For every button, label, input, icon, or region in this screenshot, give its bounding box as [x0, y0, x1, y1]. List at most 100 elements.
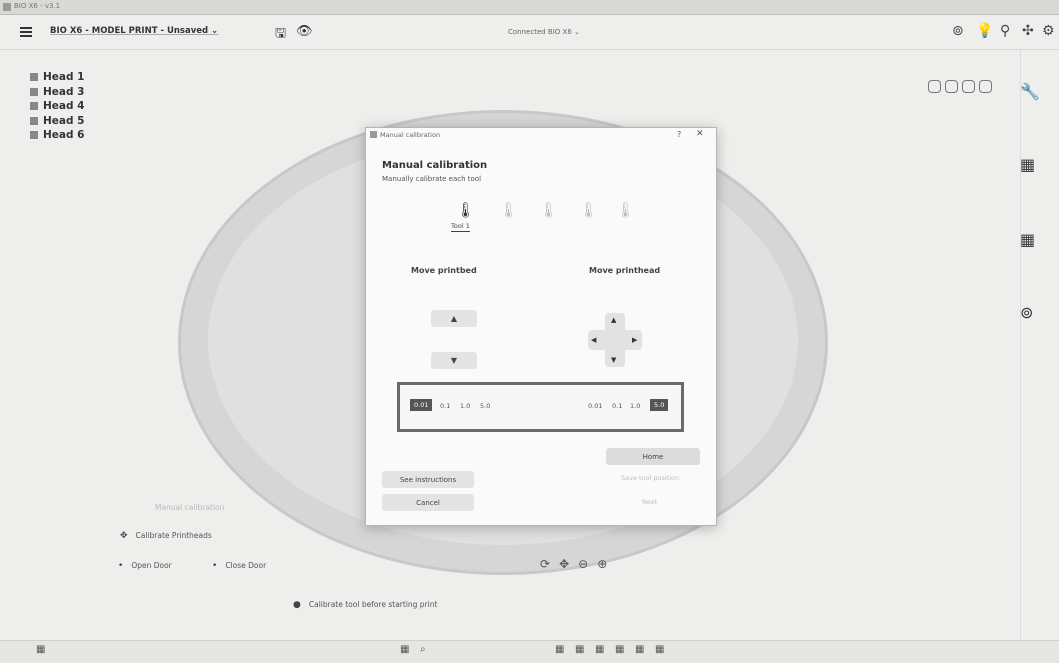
view-top-icon[interactable] — [979, 80, 992, 93]
tool-2-tab[interactable]: 🌡 — [499, 201, 518, 219]
door-icon: • — [118, 561, 124, 571]
home-button[interactable]: Home — [606, 448, 700, 465]
tool-1-tab[interactable]: 🌡 — [456, 201, 475, 219]
head-step-option[interactable]: 0.01 — [588, 402, 602, 410]
top-toolbar: BIO X6 - MODEL PRINT - Unsaved ⌄ 🖫 👁 Con… — [0, 15, 1059, 50]
window-title: BIO X6 - v3.1 — [14, 2, 61, 10]
app-logo-icon — [3, 3, 11, 11]
bed-step-option[interactable]: 1.0 — [460, 402, 470, 410]
taskbar-app-icon[interactable]: ▦ — [635, 644, 644, 655]
menu-icon[interactable] — [20, 27, 32, 37]
head-label: Head 1 — [43, 71, 85, 84]
search-icon[interactable]: ⌕ — [420, 644, 426, 655]
save-icon[interactable]: 🖫 — [275, 24, 286, 46]
print-icon[interactable]: ▦ — [1020, 230, 1035, 249]
tool-selector: 🌡 Tool 1 🌡 🌡 🌡 🌡 — [444, 201, 644, 241]
cancel-button[interactable]: Cancel — [382, 494, 474, 511]
taskbar-app-icon[interactable]: ▦ — [655, 644, 664, 655]
tool-5-tab[interactable]: 🌡 — [616, 201, 635, 219]
head-label: Head 5 — [43, 114, 85, 127]
connection-status-dropdown[interactable]: Connected BIO X6 ⌄ — [508, 28, 580, 36]
open-door-button[interactable]: • Open Door — [118, 561, 172, 571]
head-list: Head 1 Head 3 Head 4 Head 5 Head 6 — [30, 70, 84, 143]
head-step-option[interactable]: 5.0 — [650, 399, 669, 411]
zoom-in-icon[interactable]: ⊕ — [597, 557, 607, 571]
head-color-swatch — [30, 131, 38, 140]
viewport-toolbar: ⟳ ✥ ⊖ ⊕ — [540, 557, 607, 571]
move-printhead-label: Move printhead — [589, 266, 661, 275]
taskbar-app-icon[interactable]: ▦ — [575, 644, 584, 655]
head-item[interactable]: Head 4 — [30, 99, 84, 114]
camera-panel-icon[interactable]: ⊚ — [1020, 303, 1033, 322]
bed-step-option[interactable]: 0.1 — [440, 402, 450, 410]
tool-1-label: Tool 1 — [451, 222, 470, 232]
next-button[interactable]: Next — [642, 498, 657, 506]
head-step-option[interactable]: 0.1 — [612, 402, 622, 410]
head-color-swatch — [30, 73, 38, 82]
lightbulb-icon[interactable]: 💡 — [976, 23, 993, 39]
right-tool-panel — [1020, 50, 1059, 640]
close-icon[interactable]: ✕ — [696, 129, 704, 139]
bed-step-option[interactable]: 5.0 — [480, 402, 490, 410]
dialog-title: Manual calibration — [370, 131, 440, 139]
os-taskbar: ▦ ▦ ⌕ ▦ ▦ ▦ ▦ ▦ ▦ — [0, 640, 1059, 663]
printhead-dpad: ▲ ▼ ◀ ▶ — [588, 313, 642, 367]
printhead-right-button[interactable]: ▶ — [632, 336, 637, 344]
head-color-swatch — [30, 102, 38, 111]
step-size-selector: 0.01 0.1 1.0 5.0 0.01 0.1 1.0 5.0 — [397, 382, 684, 432]
view-front-icon[interactable] — [945, 80, 958, 93]
fan-icon[interactable]: ✣ — [1022, 23, 1034, 39]
calibrate-tool-notice: ● Calibrate tool before starting print — [293, 600, 438, 610]
head-item[interactable]: Head 1 — [30, 70, 84, 85]
printbed-up-button[interactable]: ▲ — [431, 310, 477, 327]
help-icon[interactable]: ? — [677, 130, 681, 139]
close-door-button[interactable]: • Close Door — [212, 561, 266, 571]
zoom-out-icon[interactable]: ⊖ — [578, 557, 588, 571]
head-color-swatch — [30, 116, 38, 125]
view-side-icon[interactable] — [962, 80, 975, 93]
gear-icon[interactable]: ⚙ — [1042, 23, 1055, 39]
bed-step-option[interactable]: 0.01 — [410, 399, 433, 411]
tool-4-tab[interactable]: 🌡 — [579, 201, 598, 219]
head-label: Head 6 — [43, 129, 85, 142]
head-step-option[interactable]: 1.0 — [630, 402, 640, 410]
taskbar-app-icon[interactable]: ▦ — [555, 644, 564, 655]
system-title-bar: BIO X6 - v3.1 — [0, 0, 1059, 15]
head-item[interactable]: Head 3 — [30, 85, 84, 100]
move-icon[interactable]: ✥ — [559, 557, 569, 571]
project-dropdown[interactable]: BIO X6 - MODEL PRINT - Unsaved ⌄ — [50, 26, 218, 36]
printbed-down-button[interactable]: ▼ — [431, 352, 477, 369]
calibrate-printheads-button[interactable]: ✥ Calibrate Printheads — [120, 531, 212, 541]
manual-calibration-dialog: Manual calibration ? ✕ Manual calibratio… — [365, 127, 717, 526]
head-item[interactable]: Head 6 — [30, 128, 84, 143]
rotate-icon[interactable]: ⟳ — [540, 557, 550, 571]
taskbar-view-icon[interactable]: ▦ — [36, 644, 45, 655]
door-icon: • — [212, 561, 218, 571]
camera-icon[interactable]: ⊚ — [952, 23, 964, 39]
printhead-up-button[interactable]: ▲ — [611, 316, 616, 324]
syringe-icon[interactable]: 🔧 — [1020, 82, 1040, 101]
head-label: Head 3 — [43, 85, 85, 98]
see-instructions-button[interactable]: See instructions — [382, 471, 474, 488]
save-tool-position-button[interactable]: Save tool position — [621, 474, 679, 482]
layers-icon[interactable]: ▦ — [1020, 155, 1035, 174]
head-color-swatch — [30, 87, 38, 96]
view-buttons — [928, 80, 992, 93]
taskbar-app-icon[interactable]: ▦ — [595, 644, 604, 655]
calibrate-icon: ✥ — [120, 531, 128, 541]
location-icon[interactable]: ⚲ — [1000, 23, 1010, 39]
head-item[interactable]: Head 5 — [30, 114, 84, 129]
move-printbed-label: Move printbed — [411, 266, 477, 275]
info-icon: ● — [293, 600, 301, 610]
dialog-subtitle: Manually calibrate each tool — [382, 175, 482, 183]
eye-icon[interactable]: 👁 — [296, 24, 313, 39]
manual-calibration-label: Manual calibration — [155, 503, 225, 512]
tool-3-tab[interactable]: 🌡 — [539, 201, 558, 219]
view-iso-icon[interactable] — [928, 80, 941, 93]
head-label: Head 4 — [43, 100, 85, 113]
printhead-down-button[interactable]: ▼ — [611, 356, 616, 364]
dialog-heading: Manual calibration — [382, 160, 488, 171]
taskbar-app-icon[interactable]: ▦ — [615, 644, 624, 655]
printhead-left-button[interactable]: ◀ — [591, 336, 596, 344]
start-icon[interactable]: ▦ — [400, 644, 409, 655]
